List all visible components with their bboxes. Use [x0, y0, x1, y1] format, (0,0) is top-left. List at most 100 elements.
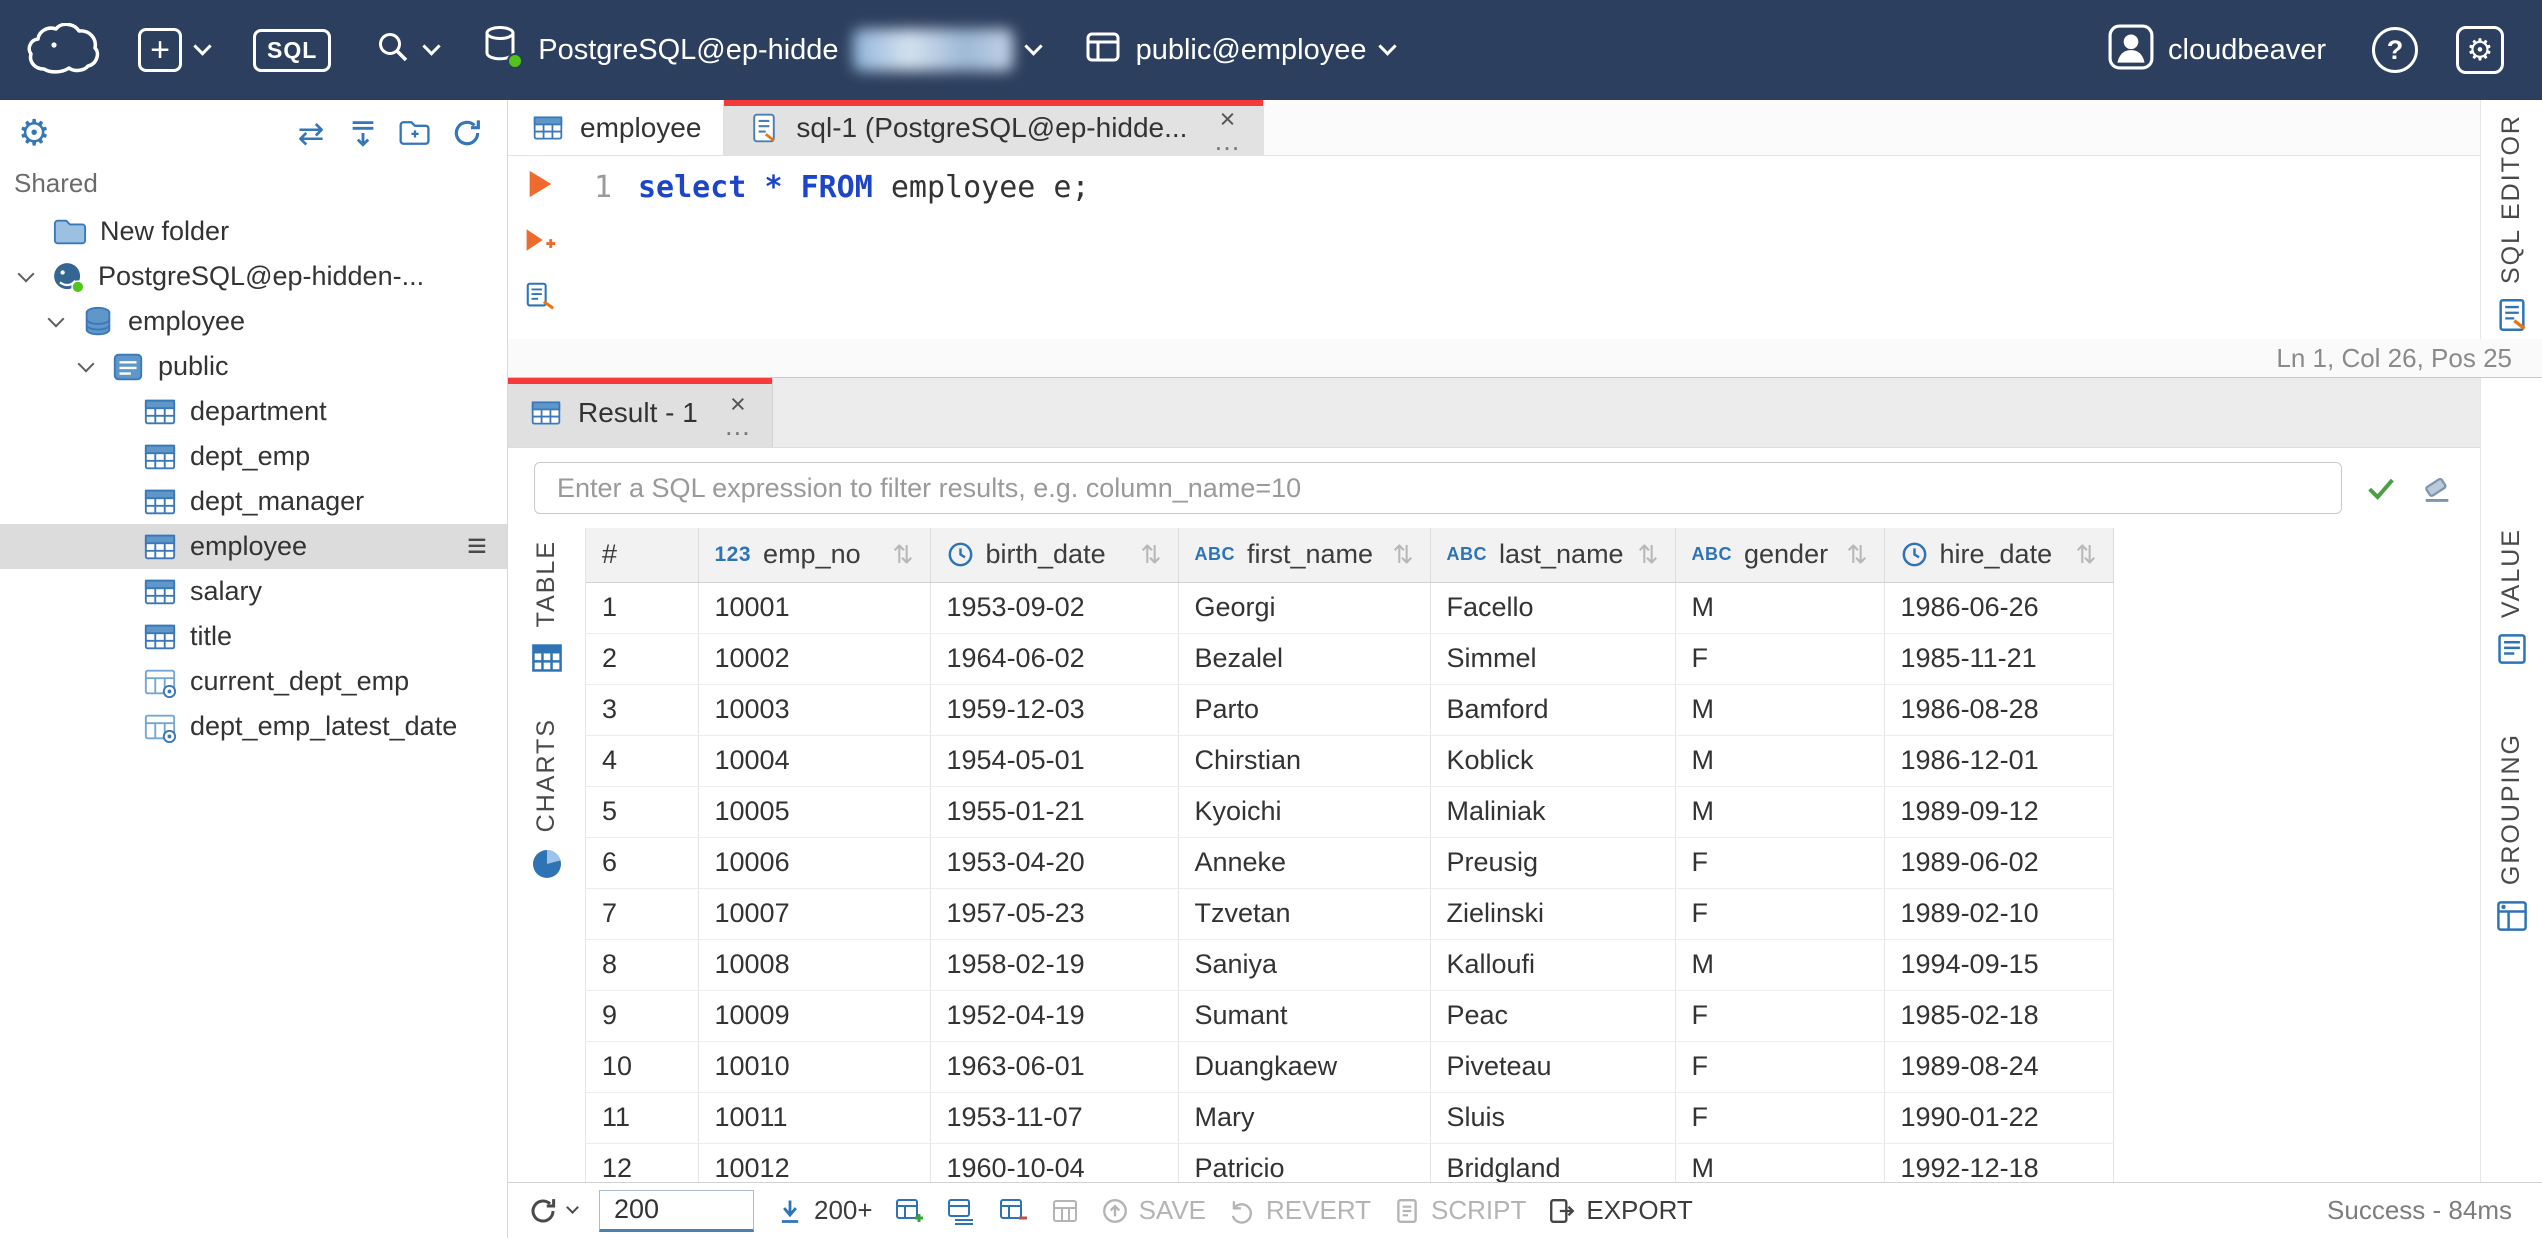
tree-item-postgresql-ep-hidden-[interactable]: PostgreSQL@ep-hidden-... — [0, 254, 507, 299]
data-cell[interactable]: 1964-06-02 — [930, 633, 1179, 685]
data-cell[interactable]: 10011 — [698, 1092, 931, 1144]
data-cell[interactable]: F — [1675, 837, 1885, 889]
data-cell[interactable]: 1960-10-04 — [930, 1143, 1179, 1182]
row-index-cell[interactable]: 9 — [586, 990, 699, 1042]
filter-input[interactable] — [534, 462, 2342, 515]
tree-item-employee[interactable]: employee ≡ — [0, 524, 507, 569]
data-cell[interactable]: 1992-12-18 — [1884, 1143, 2114, 1182]
data-cell[interactable]: 1986-12-01 — [1884, 735, 2114, 787]
cloudbeaver-logo[interactable] — [24, 23, 116, 77]
data-cell[interactable]: 10002 — [698, 633, 931, 685]
data-cell[interactable]: Chirstian — [1178, 735, 1431, 787]
row-index-cell[interactable]: 4 — [586, 735, 699, 787]
run-script-button[interactable] — [523, 224, 557, 256]
row-index-cell[interactable]: 12 — [586, 1143, 699, 1182]
script-button[interactable]: SCRIPT — [1393, 1195, 1526, 1226]
duplicate-row-button[interactable] — [947, 1197, 977, 1225]
data-cell[interactable]: Peac — [1430, 990, 1676, 1042]
data-cell[interactable]: 1989-09-12 — [1884, 786, 2114, 838]
collapse-all-button[interactable] — [341, 111, 385, 155]
revert-button[interactable]: REVERT — [1228, 1195, 1371, 1226]
apply-filter-button[interactable] — [2364, 471, 2398, 505]
data-cell[interactable]: Saniya — [1178, 939, 1431, 991]
add-row-button[interactable] — [895, 1197, 925, 1225]
data-cell[interactable]: F — [1675, 633, 1885, 685]
sort-icon[interactable]: ⇅ — [1141, 540, 1162, 570]
data-cell[interactable]: 10004 — [698, 735, 931, 787]
data-cell[interactable]: M — [1675, 1143, 1885, 1182]
data-cell[interactable]: 1953-11-07 — [930, 1092, 1179, 1144]
column-header-birth_date[interactable]: birth_date ⇅ — [930, 528, 1179, 583]
data-cell[interactable]: 1989-08-24 — [1884, 1041, 2114, 1093]
data-cell[interactable]: 1953-09-02 — [930, 582, 1179, 634]
connection-search-button[interactable] — [353, 0, 460, 100]
data-cell[interactable]: F — [1675, 888, 1885, 940]
data-cell[interactable]: Maliniak — [1430, 786, 1676, 838]
tab-result-1[interactable]: Result - 1 × … — [508, 378, 773, 448]
refresh-results-button[interactable] — [528, 1196, 579, 1226]
grid-edit-button[interactable] — [1051, 1197, 1079, 1225]
navigator-settings-button[interactable]: ⚙ — [18, 112, 50, 154]
data-cell[interactable]: M — [1675, 786, 1885, 838]
data-cell[interactable]: M — [1675, 939, 1885, 991]
sort-icon[interactable]: ⇅ — [893, 540, 914, 570]
save-button[interactable]: SAVE — [1101, 1195, 1206, 1226]
tab-table-view[interactable]: TABLE — [530, 540, 564, 682]
data-cell[interactable]: 10007 — [698, 888, 931, 940]
data-cell[interactable]: Parto — [1178, 684, 1431, 736]
row-index-cell[interactable]: 8 — [586, 939, 699, 991]
data-cell[interactable]: 1989-02-10 — [1884, 888, 2114, 940]
help-button[interactable]: ? — [2358, 0, 2432, 100]
tree-item-department[interactable]: department — [0, 389, 507, 434]
data-cell[interactable]: Patricio — [1178, 1143, 1431, 1182]
data-cell[interactable]: 1958-02-19 — [930, 939, 1179, 991]
column-header-index[interactable]: # — [586, 528, 699, 583]
explain-plan-button[interactable] — [524, 280, 556, 312]
data-cell[interactable]: Sumant — [1178, 990, 1431, 1042]
tree-item-employee[interactable]: employee — [0, 299, 507, 344]
data-cell[interactable]: Koblick — [1430, 735, 1676, 787]
sort-icon[interactable]: ⇅ — [2076, 540, 2097, 570]
expand-chevron-icon[interactable] — [77, 355, 95, 373]
tree-item-dept_manager[interactable]: dept_manager — [0, 479, 507, 524]
data-cell[interactable]: Tzvetan — [1178, 888, 1431, 940]
schema-selector[interactable]: public@employee — [1062, 0, 1416, 100]
data-cell[interactable]: Bamford — [1430, 684, 1676, 736]
data-cell[interactable]: Duangkaew — [1178, 1041, 1431, 1093]
column-header-hire_date[interactable]: hire_date ⇅ — [1884, 528, 2114, 583]
sql-editor-button[interactable]: SQL — [231, 0, 353, 100]
data-cell[interactable]: 10012 — [698, 1143, 931, 1182]
column-header-last_name[interactable]: ABC last_name ⇅ — [1430, 528, 1676, 583]
data-cell[interactable]: 1955-01-21 — [930, 786, 1179, 838]
data-cell[interactable]: 1985-11-21 — [1884, 633, 2114, 685]
data-cell[interactable]: Bezalel — [1178, 633, 1431, 685]
row-index-cell[interactable]: 10 — [586, 1041, 699, 1093]
row-index-cell[interactable]: 3 — [586, 684, 699, 736]
new-connection-button[interactable]: + — [116, 0, 231, 100]
fetch-next-page-button[interactable]: 200+ — [776, 1195, 873, 1226]
drag-handle-icon[interactable]: ≡ — [467, 527, 487, 566]
data-cell[interactable]: 1954-05-01 — [930, 735, 1179, 787]
data-cell[interactable]: 1959-12-03 — [930, 684, 1179, 736]
data-cell[interactable]: Mary — [1178, 1092, 1431, 1144]
expand-chevron-icon[interactable] — [47, 310, 65, 328]
data-cell[interactable]: M — [1675, 582, 1885, 634]
tab-charts-view[interactable]: CHARTS — [530, 718, 564, 887]
data-cell[interactable]: F — [1675, 990, 1885, 1042]
tab-grouping-panel[interactable]: GROUPING — [2495, 733, 2529, 940]
data-cell[interactable]: Preusig — [1430, 837, 1676, 889]
data-cell[interactable]: 10008 — [698, 939, 931, 991]
run-query-button[interactable] — [525, 168, 555, 200]
tree-item-new-folder[interactable]: New folder — [0, 209, 507, 254]
tree-item-current_dept_emp[interactable]: current_dept_emp — [0, 659, 507, 704]
data-cell[interactable]: Piveteau — [1430, 1041, 1676, 1093]
data-cell[interactable]: Sluis — [1430, 1092, 1676, 1144]
data-cell[interactable]: Anneke — [1178, 837, 1431, 889]
add-folder-button[interactable] — [393, 111, 437, 155]
tree-item-public[interactable]: public — [0, 344, 507, 389]
data-cell[interactable]: Facello — [1430, 582, 1676, 634]
expand-chevron-icon[interactable] — [17, 265, 35, 283]
data-cell[interactable]: Kyoichi — [1178, 786, 1431, 838]
data-cell[interactable]: 1963-06-01 — [930, 1041, 1179, 1093]
tree-item-salary[interactable]: salary — [0, 569, 507, 614]
